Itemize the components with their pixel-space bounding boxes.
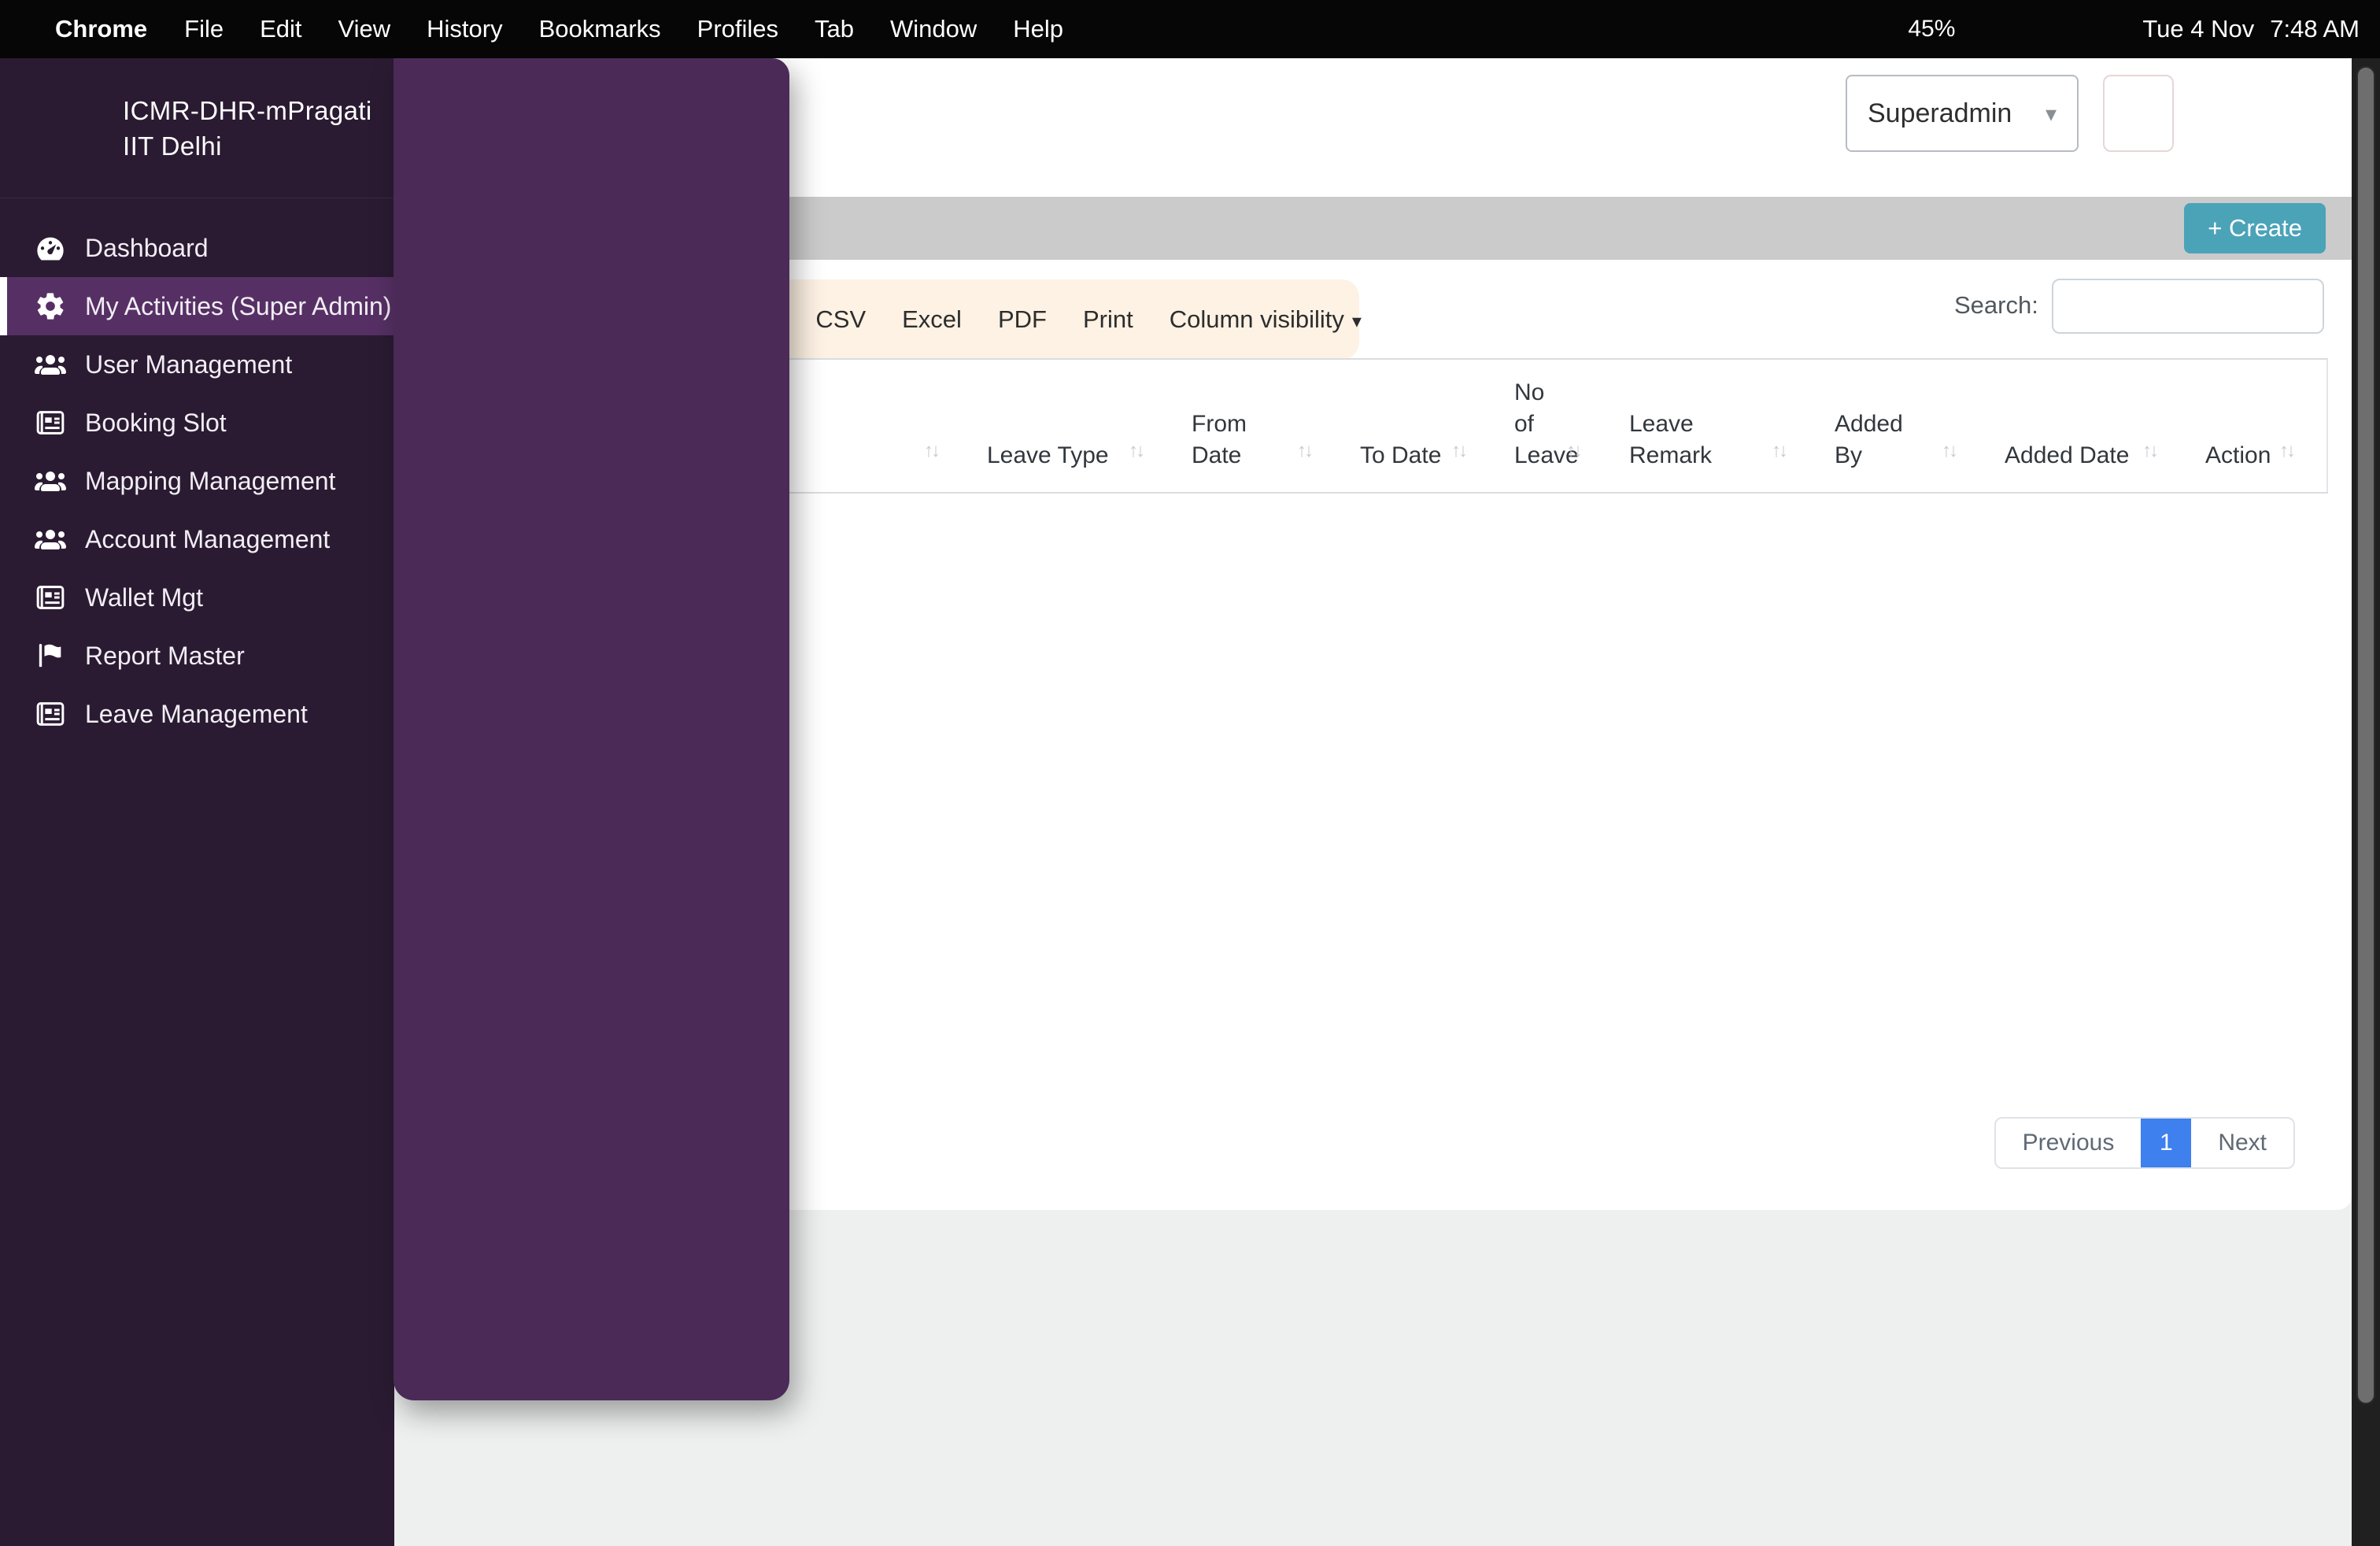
dashboard-icon [35,232,66,264]
sidebar-item-label: Booking Slot [85,408,227,437]
list-icon [35,582,66,613]
list-icon [35,698,66,730]
sidebar-item[interactable]: Mapping Management [0,452,394,510]
sort-icon: ↑↓ [1297,440,1314,461]
menubar-item[interactable]: View [320,15,409,43]
sidebar-item[interactable]: Wallet Mgt [0,568,394,627]
menubar-item[interactable]: File [166,15,242,43]
column-header-label: Added By [1835,411,1903,468]
column-header[interactable]: No of Leave ↑↓ [1499,358,1613,494]
menubar-item[interactable]: Window [872,15,995,43]
pagination-previous[interactable]: Previous [1996,1119,2142,1167]
users-icon [35,465,66,497]
sidebar: ICMR-DHR-mPragati IIT Delhi Dashboard My… [0,58,394,1546]
browser-scrollbar [2352,58,2380,1546]
icmr-iit-delhi-logo [14,80,110,176]
sidebar-item[interactable]: Report Master [0,627,394,685]
menubar-item[interactable]: Edit [242,15,320,43]
chevron-down-icon: ▾ [2045,101,2057,126]
sidebar-item-label: Dashboard [85,233,209,262]
menubar-app-name[interactable]: Chrome [36,15,166,43]
sidebar-item-label: Leave Management [85,699,308,728]
search-input[interactable] [2052,279,2324,334]
my-activities-flyout-menu [394,58,789,1400]
export-button[interactable]: PDF [998,305,1047,334]
export-button[interactable]: Print [1083,305,1133,334]
column-header-label: Added Date [2005,442,2130,468]
export-button[interactable]: CSV [815,305,866,334]
sidebar-item[interactable]: Account Management [0,510,394,568]
app-title-line2: IIT Delhi [123,131,222,161]
sort-icon: ↑↓ [1566,440,1583,461]
sort-icon: ↑↓ [2142,440,2159,461]
column-header[interactable]: Leave Remark ↑↓ [1613,358,1819,494]
sidebar-item-label: User Management [85,350,293,379]
sidebar-header: ICMR-DHR-mPragati IIT Delhi [0,58,394,198]
column-header[interactable]: Added Date ↑↓ [1989,358,2190,494]
battery-percentage: 45% [1908,16,1956,42]
app-title-line1: ICMR-DHR-mPragati [123,95,372,125]
search-label: Search: [1954,291,2038,319]
sidebar-item-label: Wallet Mgt [85,583,203,612]
column-visibility-button[interactable]: Column visibility ▾ [1170,305,1362,334]
macos-menubar: Chrome File Edit View History Bookmarks Profi… [0,0,2380,58]
column-header-label: Action [2205,442,2271,468]
sidebar-item-label: My Activities (Super Admin) [85,291,392,320]
menubar-item[interactable]: Help [995,15,1081,43]
flag-icon [35,640,66,671]
sort-icon: ↑↓ [1772,440,1788,461]
sidebar-item-label: Mapping Management [85,466,336,495]
column-header[interactable]: From Date ↑↓ [1176,358,1344,494]
menubar-item[interactable]: History [408,15,520,43]
profile-button[interactable] [2103,75,2174,152]
sidebar-item-label: Account Management [85,524,331,553]
users-icon [35,349,66,380]
column-header-label: Leave Type [987,442,1109,468]
pagination-current-page[interactable]: 1 [2141,1119,2192,1167]
sidebar-item[interactable]: Booking Slot [0,394,394,452]
column-visibility-label: Column visibility [1169,305,1344,333]
menubar-item[interactable]: Profiles [679,15,796,43]
sort-icon: ↑↓ [1129,440,1145,461]
sidebar-item[interactable]: Dashboard [0,219,394,277]
menubar-clock[interactable]: Tue 4 Nov 7:48 AM [2142,15,2360,43]
role-select-value: Superadmin [1868,98,2012,128]
column-header-label: From Date [1192,411,1247,468]
users-icon [35,523,66,555]
sidebar-item[interactable]: Leave Management [0,685,394,743]
gear-icon [35,290,66,322]
column-header[interactable]: Action ↑↓ [2190,358,2327,494]
create-button[interactable]: + Create [2184,203,2326,253]
column-header[interactable]: Leave Type ↑↓ [971,358,1176,494]
sidebar-item[interactable]: User Management [0,335,394,394]
list-icon [35,407,66,438]
menubar-time: 7:48 AM [2270,15,2360,43]
sort-icon: ↑↓ [924,440,941,461]
menubar-date: Tue 4 Nov [2142,15,2255,43]
sidebar-item[interactable]: My Activities (Super Admin) [0,277,394,335]
column-header[interactable]: To Date ↑↓ [1344,358,1499,494]
menubar-item[interactable]: Tab [796,15,872,43]
sidebar-nav: Dashboard My Activities (Super Admin) Us… [0,219,394,743]
sort-icon: ↑↓ [1942,440,1958,461]
column-header-label: Leave Remark [1629,411,1713,468]
sort-icon: ↑↓ [2279,440,2296,461]
column-header[interactable]: Added By ↑↓ [1819,358,1989,494]
app-title: ICMR-DHR-mPragati IIT Delhi [123,93,372,164]
role-select[interactable]: Superadmin ▾ [1846,75,2079,152]
column-header-label: To Date [1360,442,1442,468]
sort-icon: ↑↓ [1451,440,1468,461]
chevron-down-icon: ▾ [1351,311,1362,332]
scrollbar-thumb[interactable] [2356,66,2375,1404]
sidebar-item-label: Report Master [85,641,245,670]
pagination: Previous 1 Next [1994,1117,2295,1169]
pagination-next[interactable]: Next [2191,1119,2293,1167]
menubar-item[interactable]: Bookmarks [521,15,679,43]
export-button[interactable]: Excel [902,305,962,334]
